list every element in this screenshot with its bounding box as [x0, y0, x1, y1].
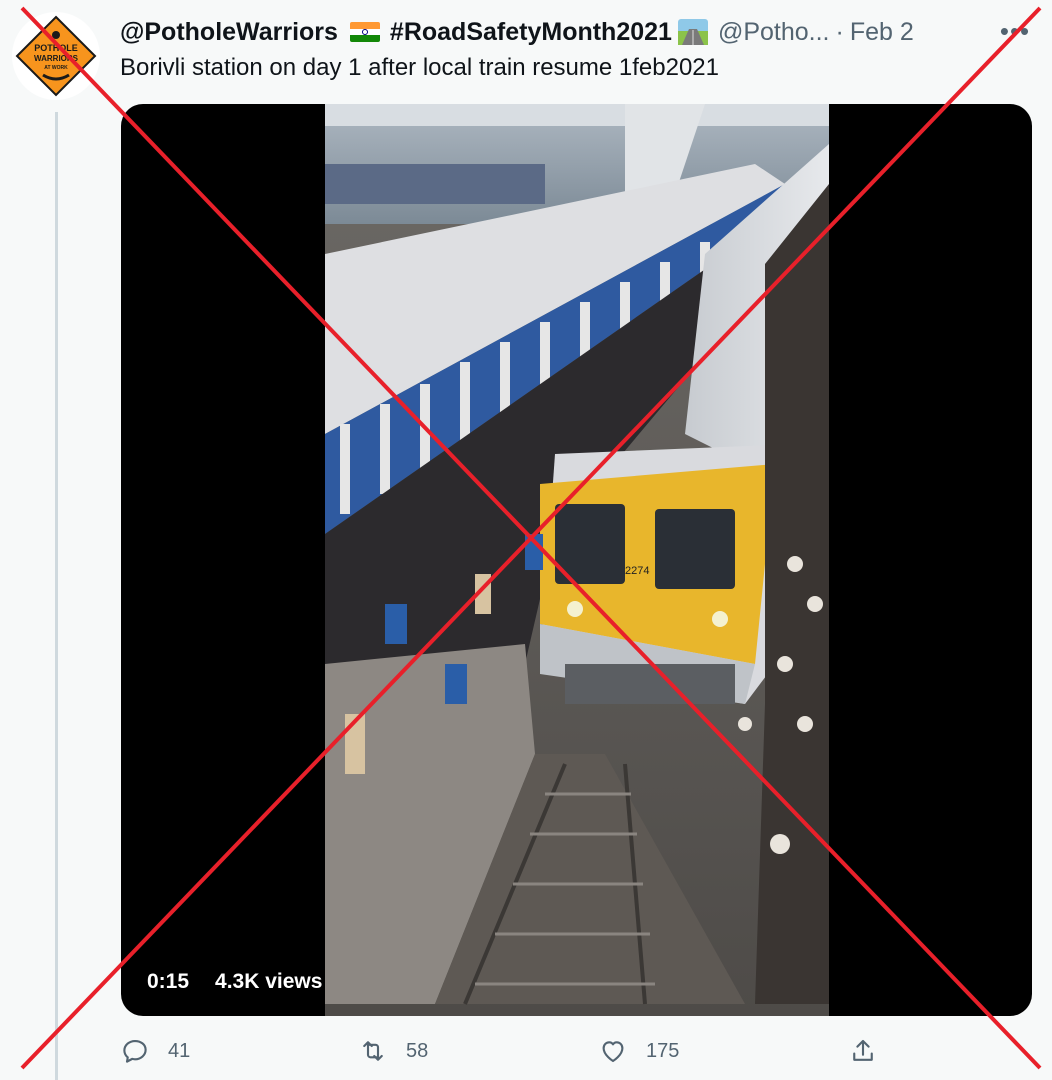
svg-text:POTHOLE: POTHOLE [34, 43, 78, 53]
thread-line [55, 112, 58, 1080]
video-duration: 0:15 [147, 970, 190, 993]
svg-text:AT WORK: AT WORK [44, 65, 68, 71]
tweet-date[interactable]: Feb 2 [850, 18, 914, 47]
pothole-warriors-logo: POTHOLE WARRIORS AT WORK [15, 15, 97, 97]
avatar[interactable]: POTHOLE WARRIORS AT WORK [12, 12, 100, 100]
reply-count: 41 [168, 1039, 191, 1062]
more-icon[interactable]: ••• [1000, 16, 1030, 46]
like-icon [602, 1041, 624, 1063]
hashtag[interactable]: #RoadSafetyMonth2021 [390, 18, 672, 47]
svg-text:WARRIORS: WARRIORS [34, 54, 79, 63]
train-number: 2274 [625, 565, 649, 577]
separator-dot: · [835, 17, 844, 46]
reply-icon [123, 1039, 147, 1063]
tweet-actions: 41 58 175 [120, 1036, 900, 1072]
video-stats: 0:15 4.3K views [147, 970, 322, 994]
video-player[interactable]: 2274 0:15 4.3K views [121, 104, 1032, 1016]
reply-button[interactable]: 41 [120, 1036, 190, 1066]
tweet-header: @PotholeWarriors #RoadSafetyMonth2021 @P… [120, 14, 914, 50]
share-icon [853, 1039, 873, 1061]
share-button[interactable] [848, 1036, 896, 1066]
like-count: 175 [646, 1039, 680, 1062]
retweet-icon [363, 1041, 383, 1061]
display-name[interactable]: @PotholeWarriors [120, 18, 338, 47]
video-views: 4.3K views [215, 970, 323, 993]
railway-track-icon [677, 19, 708, 45]
tweet-text: Borivli station on day 1 after local tra… [120, 54, 720, 81]
video-frame: 2274 [325, 104, 829, 1016]
retweet-button[interactable]: 58 [358, 1036, 428, 1066]
like-button[interactable]: 175 [598, 1036, 679, 1066]
india-flag-icon [349, 22, 380, 42]
retweet-count: 58 [406, 1039, 429, 1062]
tweet-card[interactable]: POTHOLE WARRIORS AT WORK @PotholeWarrior… [0, 0, 1052, 1080]
user-handle[interactable]: @Potho... [718, 18, 830, 47]
